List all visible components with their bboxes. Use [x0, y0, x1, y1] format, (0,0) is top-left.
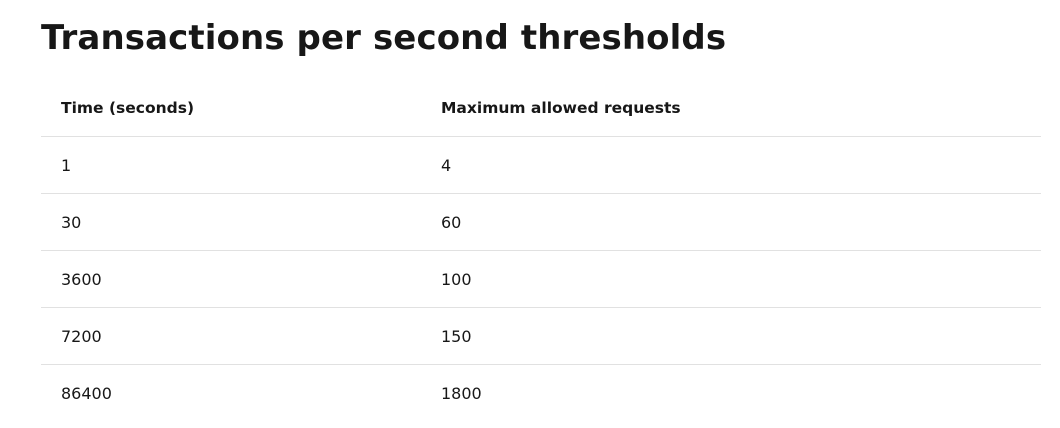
cell-time: 30 — [41, 193, 421, 251]
cell-time: 86400 — [61, 383, 112, 403]
section-heading: Transactions per second thresholds — [41, 18, 727, 58]
table-row: 30 60 — [41, 193, 1041, 251]
table-row: 7200 150 — [41, 307, 1041, 365]
cell-max-requests: 4 — [421, 136, 1041, 194]
table-row: 1 4 — [41, 136, 1041, 194]
cell-max-requests: 60 — [421, 193, 1041, 251]
cell-time: 7200 — [41, 307, 421, 365]
table-row: 86400 1800 — [41, 365, 1041, 422]
table-row: 3600 100 — [41, 250, 1041, 308]
thresholds-table: Time (seconds) Maximum allowed requests … — [41, 80, 1041, 421]
table-header-row: Time (seconds) Maximum allowed requests — [41, 80, 1041, 137]
cell-time: 1 — [41, 136, 421, 194]
column-header-max-requests: Maximum allowed requests — [421, 80, 1041, 137]
cell-time: 3600 — [41, 250, 421, 308]
column-header-time: Time (seconds) — [41, 80, 421, 137]
page: Transactions per second thresholds Time … — [0, 0, 1060, 428]
cell-max-requests: 100 — [421, 250, 1041, 308]
cell-max-requests: 150 — [421, 307, 1041, 365]
cell-max-requests: 1800 — [441, 383, 482, 403]
